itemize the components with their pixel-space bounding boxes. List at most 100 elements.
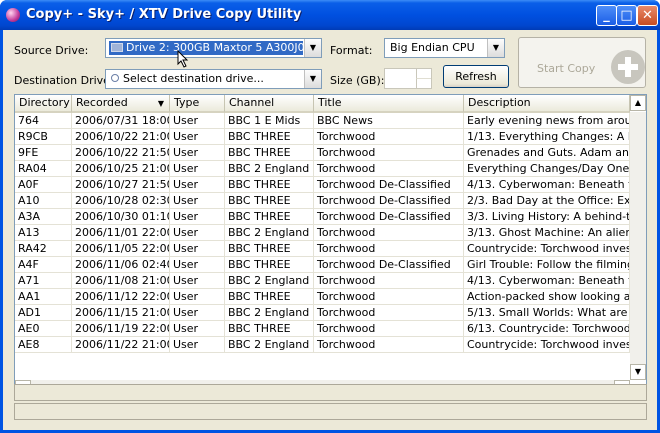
table-row[interactable]: RA04 2006/10/25 21:00 User BBC 2 England Tor… (15, 161, 646, 177)
spin-down-icon[interactable] (416, 79, 431, 88)
table-cell: Torchwood De-Classified (314, 209, 464, 225)
table-cell: 2006/11/06 02:40 (72, 257, 170, 273)
vertical-scrollbar[interactable]: ▲ ▼ (630, 95, 646, 380)
size-label: Size (GB): (330, 74, 385, 87)
drive-icon (111, 43, 123, 52)
table-row[interactable]: A3A 2006/10/30 01:10 User BBC THREE Torchwoo… (15, 209, 646, 225)
recordings-table[interactable]: Directory Recorded ▼ Type Channel Title … (14, 94, 647, 396)
table-cell: User (170, 305, 225, 321)
table-cell: AE0 (15, 321, 72, 337)
scroll-up-icon[interactable]: ▲ (630, 95, 646, 111)
table-row[interactable]: AE0 2006/11/19 22:00 User BBC THREE Torchwoo… (15, 321, 646, 337)
column-header-recorded-label: Recorded (76, 96, 128, 109)
table-cell: BBC 2 England (225, 273, 314, 289)
table-cell: User (170, 241, 225, 257)
table-cell: User (170, 273, 225, 289)
table-row[interactable]: RA42 2006/11/05 22:00 User BBC THREE Torchwo… (15, 241, 646, 257)
format-select[interactable]: Big Endian CPU ▼ (384, 38, 505, 58)
column-header-title[interactable]: Title (314, 95, 464, 113)
destination-drive-select[interactable]: Select destination drive... ▼ (105, 69, 322, 89)
table-cell: Torchwood (314, 305, 464, 321)
table-cell: Torchwood (314, 321, 464, 337)
start-copy-button[interactable]: Start Copy (518, 37, 646, 88)
table-cell: Torchwood De-Classified (314, 193, 464, 209)
column-header-directory[interactable]: Directory (15, 95, 72, 113)
table-cell: 2006/10/30 01:10 (72, 209, 170, 225)
column-header-description[interactable]: Description (464, 95, 630, 113)
table-row[interactable]: AD1 2006/11/15 21:00 User BBC 2 England Torc… (15, 305, 646, 321)
scroll-down-icon[interactable]: ▼ (630, 364, 646, 380)
status-bar (14, 403, 647, 420)
table-cell: User (170, 225, 225, 241)
table-cell: A13 (15, 225, 72, 241)
table-cell: Torchwood (314, 129, 464, 145)
table-row[interactable]: R9CB 2006/10/22 21:00 User BBC THREE Torchwo… (15, 129, 646, 145)
table-row[interactable]: A0F 2006/10/27 21:50 User BBC THREE Torchwoo… (15, 177, 646, 193)
table-cell: A71 (15, 273, 72, 289)
table-cell: Torchwood (314, 337, 464, 353)
table-cell: BBC THREE (225, 193, 314, 209)
close-button[interactable]: ✕ (637, 5, 658, 26)
table-cell: 2006/11/12 22:00 (72, 289, 170, 305)
table-cell: 764 (15, 113, 72, 129)
column-header-channel[interactable]: Channel (225, 95, 314, 113)
table-cell: Action-packed show looking at ho (464, 289, 630, 305)
format-label: Format: (330, 44, 373, 57)
table-row[interactable]: AA1 2006/11/12 22:00 User BBC THREE Torchwoo… (15, 289, 646, 305)
table-cell: BBC 1 E Mids (225, 113, 314, 129)
table-cell: User (170, 337, 225, 353)
table-cell: RA42 (15, 241, 72, 257)
table-cell: 4/13. Cyberwoman: Beneath the (464, 177, 630, 193)
table-cell: User (170, 161, 225, 177)
table-cell: A3A (15, 209, 72, 225)
table-row[interactable]: AE8 2006/11/22 21:00 User BBC 2 England Torc… (15, 337, 646, 353)
table-cell: 2006/11/08 21:00 (72, 273, 170, 289)
table-row[interactable]: A4F 2006/11/06 02:40 User BBC THREE Torchwoo… (15, 257, 646, 273)
table-cell: 2006/11/01 22:00 (72, 225, 170, 241)
progress-bar (14, 384, 647, 401)
source-drive-select[interactable]: Drive 2: 300GB Maxtor 5 A300J0 USB ▼ (105, 38, 322, 58)
title-bar[interactable]: Copy+ - Sky+ / XTV Drive Copy Utility _ … (0, 0, 660, 30)
table-cell: BBC THREE (225, 289, 314, 305)
table-cell: BBC News (314, 113, 464, 129)
table-cell: 2006/11/05 22:00 (72, 241, 170, 257)
source-drive-value: Drive 2: 300GB Maxtor 5 A300J0 USB (109, 41, 303, 55)
destination-drive-label: Destination Drive: (14, 74, 114, 87)
size-spinner[interactable] (384, 68, 432, 89)
table-cell: User (170, 177, 225, 193)
table-cell: Girl Trouble: Follow the filming of (464, 257, 630, 273)
maximize-button[interactable]: □ (616, 5, 637, 26)
refresh-button[interactable]: Refresh (443, 65, 509, 88)
table-cell: 1/13. Everything Changes: A brut (464, 129, 630, 145)
table-cell: 2006/10/25 21:00 (72, 161, 170, 177)
table-cell: User (170, 113, 225, 129)
minimize-button[interactable]: _ (596, 5, 617, 26)
table-cell: BBC 2 England (225, 161, 314, 177)
chevron-down-icon[interactable]: ▼ (304, 70, 321, 88)
table-cell: BBC 2 England (225, 225, 314, 241)
app-window: Copy+ - Sky+ / XTV Drive Copy Utility _ … (0, 0, 660, 433)
table-cell: Torchwood (314, 225, 464, 241)
spin-up-icon[interactable] (416, 69, 431, 79)
table-cell: A10 (15, 193, 72, 209)
table-cell: Torchwood (314, 145, 464, 161)
table-cell: BBC 2 England (225, 337, 314, 353)
table-cell: BBC THREE (225, 177, 314, 193)
table-cell: 9FE (15, 145, 72, 161)
table-row[interactable]: 9FE 2006/10/22 21:50 User BBC THREE Torchwoo… (15, 145, 646, 161)
table-cell: BBC THREE (225, 241, 314, 257)
table-cell: 3/3. Living History: A behind-the-s (464, 209, 630, 225)
chevron-down-icon[interactable]: ▼ (487, 39, 504, 57)
column-header-recorded[interactable]: Recorded ▼ (72, 95, 170, 113)
table-row[interactable]: A10 2006/10/28 02:30 User BBC THREE Torchwoo… (15, 193, 646, 209)
table-cell: 3/13. Ghost Machine: An alien ob (464, 225, 630, 241)
table-cell: User (170, 209, 225, 225)
chevron-down-icon[interactable]: ▼ (304, 39, 321, 57)
table-cell: Torchwood (314, 273, 464, 289)
table-row[interactable]: A71 2006/11/08 21:00 User BBC 2 England Torc… (15, 273, 646, 289)
column-header-type[interactable]: Type (170, 95, 225, 113)
table-row[interactable]: A13 2006/11/01 22:00 User BBC 2 England Torc… (15, 225, 646, 241)
table-cell: 2006/07/31 18:00 (72, 113, 170, 129)
table-cell: Torchwood (314, 241, 464, 257)
table-row[interactable]: 764 2006/07/31 18:00 User BBC 1 E Mids BBC … (15, 113, 646, 129)
